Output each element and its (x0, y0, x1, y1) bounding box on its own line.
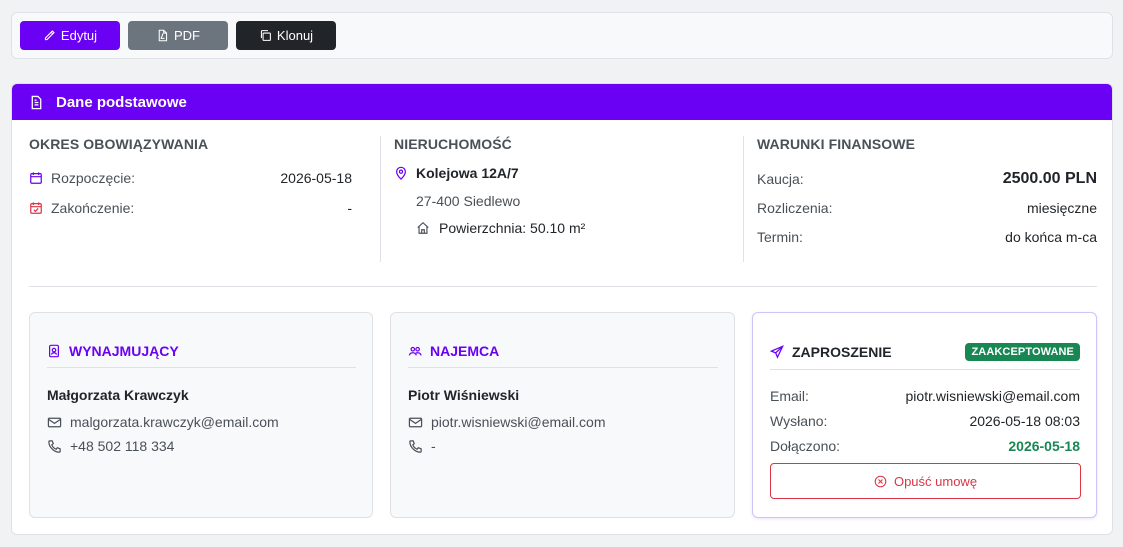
landlord-email-row: malgorzata.krawczyk@email.com (47, 414, 356, 430)
due-value: do końca m-ca (1005, 229, 1097, 245)
landlord-name: Małgorzata Krawczyk (47, 387, 189, 403)
invitation-email-value: piotr.wisniewski@email.com (905, 388, 1080, 404)
property-address: Kolejowa 12A/7 (416, 165, 519, 181)
start-row: Rozpoczęcie: 2026-05-18 (29, 170, 352, 186)
envelope-icon (408, 417, 423, 427)
billing-label: Rozliczenia: (757, 200, 833, 216)
basic-data-card: Dane podstawowe OKRES OBOWIĄZYWANIA Rozp… (11, 83, 1113, 535)
invitation-email-label: Email: (770, 388, 809, 404)
send-icon (770, 345, 784, 359)
property-area-row: Powierzchnia: 50.10 m² (416, 220, 724, 236)
term-title: OKRES OBOWIĄZYWANIA (29, 136, 209, 152)
property-area: Powierzchnia: 50.10 m² (439, 220, 586, 236)
invitation-joined-label: Dołączono: (770, 438, 841, 454)
landlord-title: WYNAJMUJĄCY (69, 343, 179, 359)
tenant-phone-row: - (408, 438, 718, 454)
pdf-button-label: PDF (174, 28, 200, 43)
start-value: 2026-05-18 (280, 170, 352, 186)
invitation-sent-row: Wysłano: 2026-05-18 08:03 (770, 413, 1080, 429)
phone-icon (48, 439, 61, 453)
phone-icon (409, 439, 422, 453)
tenant-box: NAJEMCA Piotr Wiśniewski piotr.wisniewsk… (390, 312, 735, 518)
tenant-email[interactable]: piotr.wisniewski@email.com (431, 414, 605, 430)
end-row: Zakończenie: - (29, 200, 352, 216)
finance-title: WARUNKI FINANSOWE (757, 136, 916, 152)
person-badge-icon (49, 344, 59, 358)
billing-value: miesięczne (1026, 200, 1097, 216)
deposit-label: Kaucja: (757, 171, 804, 187)
x-circle-icon (874, 475, 887, 487)
tenant-title: NAJEMCA (430, 343, 500, 359)
invitation-box: ZAPROSZENIE ZAAKCEPTOWANE Email: piotr.w… (752, 312, 1097, 518)
pencil-icon (44, 30, 55, 41)
invitation-email-row: Email: piotr.wisniewski@email.com (770, 388, 1080, 404)
invitation-joined-row: Dołączono: 2026-05-18 (770, 438, 1080, 454)
landlord-box: WYNAJMUJĄCY Małgorzata Krawczyk malgorza… (29, 312, 373, 518)
card-title: Dane podstawowe (56, 93, 187, 111)
term-section: OKRES OBOWIĄZYWANIA Rozpoczęcie: 2026-05… (29, 136, 352, 262)
property-address-row: Kolejowa 12A/7 (394, 165, 724, 181)
copy-icon (260, 30, 271, 41)
leave-contract-label: Opuść umowę (893, 473, 978, 489)
calendar-check-icon (30, 202, 42, 214)
section-divider (29, 286, 1097, 287)
people-icon (408, 346, 422, 356)
property-city: 27-400 Siedlewo (416, 193, 521, 209)
edit-button[interactable]: Edytuj (20, 21, 120, 50)
invitation-title: ZAPROSZENIE (792, 344, 892, 360)
tenant-header: NAJEMCA (408, 343, 718, 368)
pdf-button[interactable]: PDF (128, 21, 228, 50)
leave-contract-button[interactable]: Opuść umowę (770, 463, 1081, 499)
invitation-sent-value: 2026-05-18 08:03 (969, 413, 1080, 429)
landlord-phone[interactable]: +48 502 118 334 (70, 438, 174, 454)
due-row: Termin: do końca m-ca (757, 229, 1097, 245)
start-label: Rozpoczęcie: (51, 170, 136, 186)
deposit-value: 2500.00 PLN (1002, 170, 1097, 187)
calendar-icon (30, 172, 42, 184)
landlord-email[interactable]: malgorzata.krawczyk@email.com (70, 414, 279, 430)
property-title: NIERUCHOMOŚĆ (394, 136, 512, 152)
clone-button-label: Klonuj (276, 28, 314, 43)
document-icon (31, 95, 42, 109)
home-icon (417, 221, 429, 234)
map-pin-icon (396, 166, 406, 180)
action-toolbar: Edytuj PDF Klonuj (11, 12, 1113, 59)
file-pdf-icon (158, 29, 168, 42)
tenant-phone: - (431, 438, 436, 454)
invitation-joined-value: 2026-05-18 (1008, 438, 1080, 454)
deposit-row: Kaucja: 2500.00 PLN (757, 170, 1097, 188)
end-label: Zakończenie: (51, 200, 135, 216)
property-section: NIERUCHOMOŚĆ Kolejowa 12A/7 27-400 Siedl… (380, 136, 724, 262)
clone-button[interactable]: Klonuj (236, 21, 336, 50)
landlord-header: WYNAJMUJĄCY (47, 343, 356, 368)
invitation-header: ZAPROSZENIE ZAAKCEPTOWANE (770, 343, 1080, 370)
end-value: - (347, 200, 352, 216)
billing-row: Rozliczenia: miesięczne (757, 200, 1097, 216)
invitation-sent-label: Wysłano: (770, 413, 828, 429)
finance-section: WARUNKI FINANSOWE Kaucja: 2500.00 PLN Ro… (743, 136, 1097, 262)
landlord-phone-row: +48 502 118 334 (47, 438, 356, 454)
status-badge: ZAAKCEPTOWANE (965, 343, 1080, 361)
envelope-icon (47, 417, 62, 427)
due-label: Termin: (757, 229, 803, 245)
edit-button-label: Edytuj (60, 28, 98, 43)
card-header: Dane podstawowe (12, 84, 1112, 120)
tenant-name: Piotr Wiśniewski (408, 387, 520, 403)
tenant-email-row: piotr.wisniewski@email.com (408, 414, 718, 430)
